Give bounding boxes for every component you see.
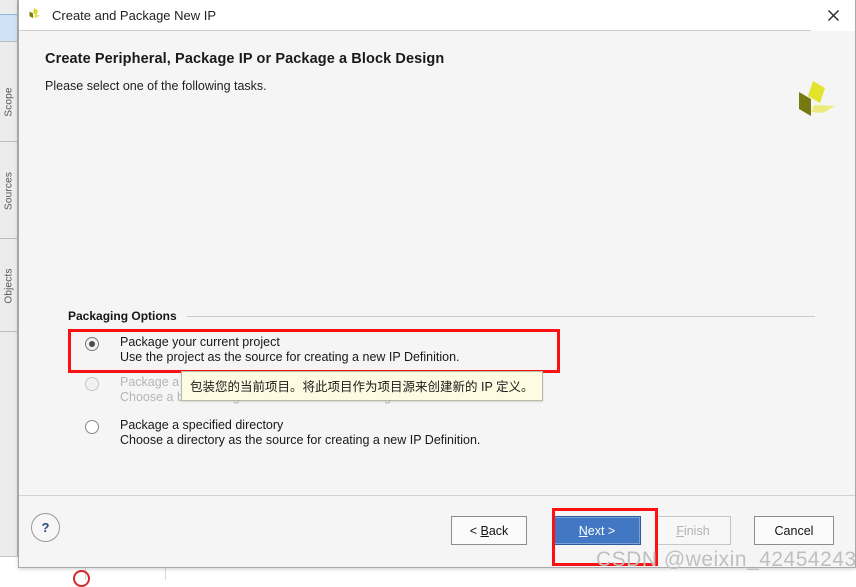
option-title: Package a specified directory — [120, 418, 284, 432]
section-label: Packaging Options — [68, 309, 177, 323]
vivado-logo-icon — [27, 7, 44, 24]
radio-option-package-current-project[interactable]: Package your current project Use the pro… — [85, 335, 460, 365]
option-title: Package your current project — [120, 335, 280, 349]
back-button-label: < Back — [469, 523, 509, 538]
option-description: Choose a directory as the source for cre… — [120, 433, 481, 447]
close-icon[interactable] — [811, 0, 855, 31]
page-subtitle: Please select one of the following tasks… — [45, 79, 267, 93]
radio-option-package-specified-directory[interactable]: Package a specified directory Choose a d… — [85, 418, 480, 448]
radio-button-package-current-project[interactable] — [85, 337, 99, 351]
background-tab-scope[interactable]: Scope — [0, 62, 17, 142]
finish-button-label: Finish — [676, 523, 710, 538]
background-tab-sources[interactable]: Sources — [0, 143, 17, 239]
dialog-footer: ? < Back Next > Finish Cancel — [19, 495, 855, 567]
background-tab-label: Sources — [3, 171, 14, 210]
background-left-tabstrip: Scope Sources Objects — [0, 0, 18, 556]
dialog-header: Create Peripheral, Package IP or Package… — [19, 31, 855, 141]
tooltip: 包装您的当前项目。将此项目作为项目源来创建新的 IP 定义。 — [181, 371, 543, 401]
dialog-body: Packaging Options Package your current p… — [19, 141, 855, 552]
next-button-label: Next > — [578, 523, 616, 538]
back-button[interactable]: < Back — [451, 516, 527, 545]
section-header-packaging-options: Packaging Options — [68, 309, 815, 323]
background-tab-label: Scope — [3, 86, 14, 117]
background-tab-objects[interactable]: Objects — [0, 240, 17, 332]
radio-button-package-block-design — [85, 377, 99, 391]
background-tab-active[interactable] — [0, 14, 17, 42]
xilinx-logo-icon — [789, 79, 837, 125]
finish-button: Finish — [655, 516, 731, 545]
page-title: Create Peripheral, Package IP or Package… — [45, 51, 445, 67]
section-rule — [186, 315, 815, 317]
cancel-button[interactable]: Cancel — [754, 516, 834, 545]
background-tab-label: Objects — [3, 267, 14, 304]
option-description: Use the project as the source for creati… — [120, 350, 460, 364]
dialog-titlebar: Create and Package New IP — [19, 0, 855, 31]
help-icon[interactable]: ? — [31, 513, 60, 542]
cancel-button-label: Cancel — [774, 523, 814, 538]
create-and-package-new-ip-dialog: Create and Package New IP Create Periphe… — [18, 0, 856, 568]
next-button[interactable]: Next > — [553, 516, 641, 545]
radio-button-package-specified-directory[interactable] — [85, 420, 99, 434]
dialog-title: Create and Package New IP — [52, 7, 217, 23]
